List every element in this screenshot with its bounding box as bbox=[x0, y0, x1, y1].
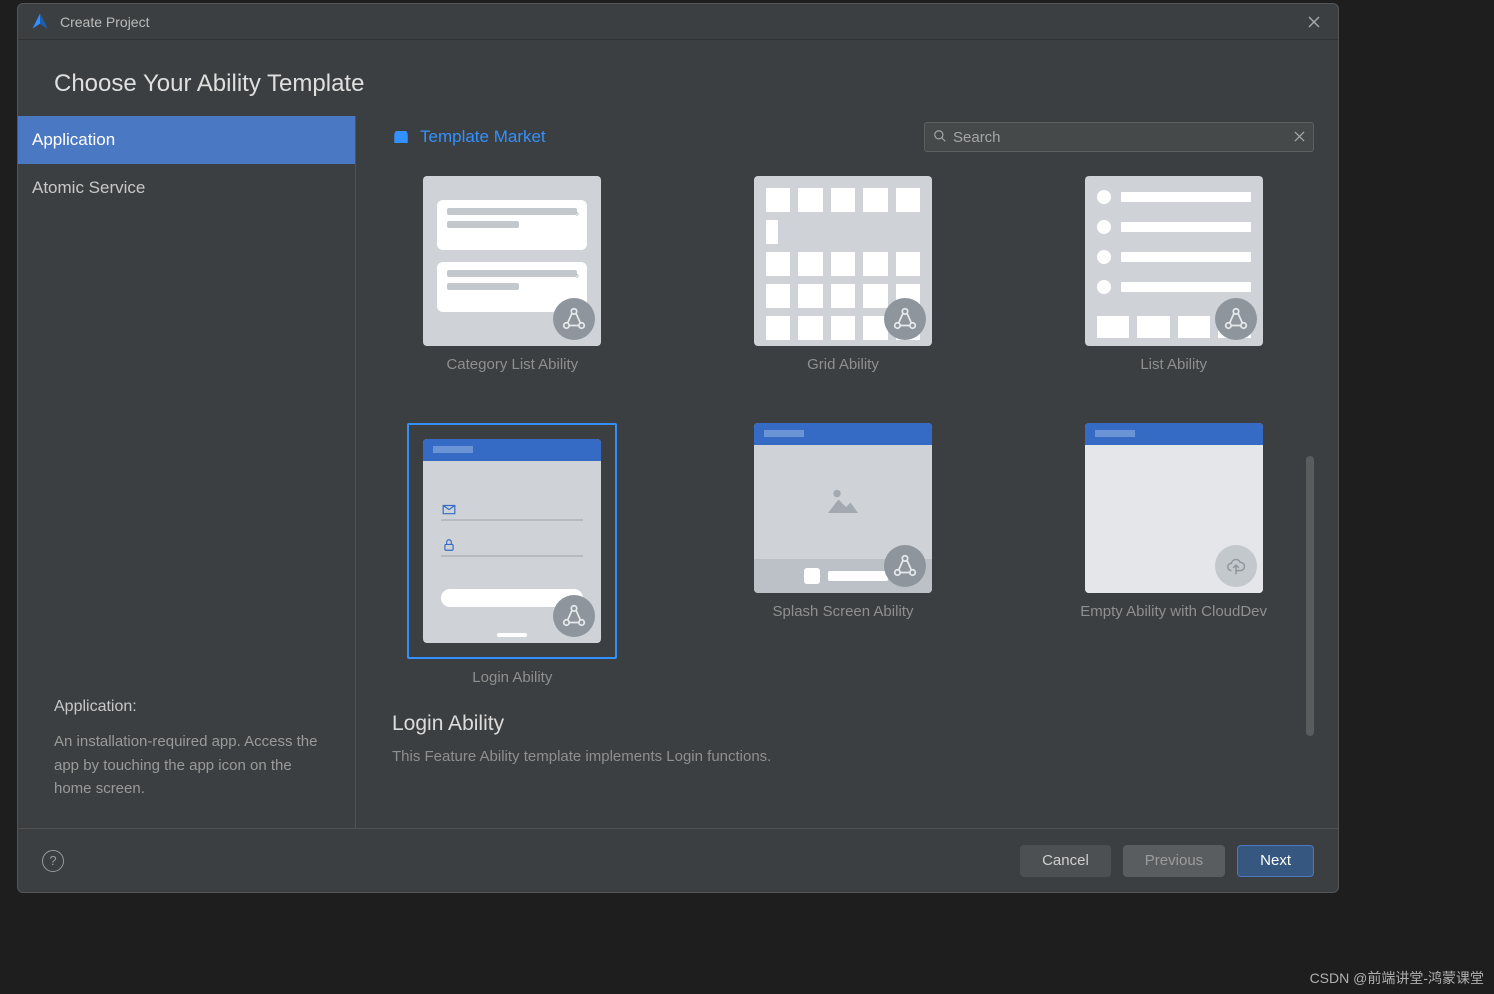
sidebar-tabs: Application Atomic Service bbox=[18, 116, 355, 212]
sidebar-info: Application: An installation-required ap… bbox=[18, 698, 355, 808]
clear-icon[interactable] bbox=[1294, 129, 1305, 145]
dialog-footer: ? Cancel Previous Next bbox=[18, 828, 1338, 892]
market-icon bbox=[392, 128, 410, 146]
close-icon bbox=[1308, 16, 1320, 28]
template-label: Grid Ability bbox=[807, 356, 879, 373]
template-detail: Login Ability This Feature Ability templ… bbox=[392, 686, 1314, 775]
ability-badge-icon bbox=[1215, 298, 1257, 340]
template-thumb bbox=[423, 439, 601, 643]
watermark: CSDN @前端讲堂-鸿蒙课堂 bbox=[1310, 968, 1484, 988]
titlebar: Create Project bbox=[18, 4, 1338, 40]
template-thumb bbox=[754, 176, 932, 346]
app-logo-icon bbox=[30, 12, 50, 32]
template-thumb bbox=[1085, 423, 1263, 593]
info-description: An installation-required app. Access the… bbox=[54, 730, 319, 800]
detail-title: Login Ability bbox=[392, 712, 1314, 736]
template-label: Splash Screen Ability bbox=[773, 603, 914, 620]
tab-application[interactable]: Application bbox=[18, 116, 355, 164]
search-icon bbox=[933, 129, 947, 146]
template-label: Empty Ability with CloudDev bbox=[1080, 603, 1267, 620]
template-market-link[interactable]: Template Market bbox=[420, 127, 546, 147]
template-label: Login Ability bbox=[472, 669, 552, 686]
page-title: Choose Your Ability Template bbox=[18, 70, 1338, 116]
template-card-category-list[interactable]: › › Category List Ability bbox=[392, 176, 633, 373]
template-thumb bbox=[1085, 176, 1263, 346]
ability-badge-icon bbox=[553, 298, 595, 340]
help-button[interactable]: ? bbox=[42, 850, 64, 872]
cloud-badge-icon bbox=[1215, 545, 1257, 587]
search-input[interactable] bbox=[953, 129, 1288, 146]
template-thumb: › › bbox=[423, 176, 601, 346]
info-title: Application: bbox=[54, 698, 319, 716]
detail-description: This Feature Ability template implements… bbox=[392, 748, 1314, 765]
tab-atomic-service[interactable]: Atomic Service bbox=[18, 164, 355, 212]
toolbar: Template Market bbox=[392, 116, 1314, 158]
cancel-button[interactable]: Cancel bbox=[1020, 845, 1111, 877]
dialog-body: Choose Your Ability Template Application… bbox=[18, 40, 1338, 828]
template-card-list[interactable]: List Ability bbox=[1053, 176, 1294, 373]
template-label: Category List Ability bbox=[446, 356, 578, 373]
window-title: Create Project bbox=[60, 14, 1302, 30]
template-grid-wrap: › › Category List Ability bbox=[392, 176, 1314, 828]
search-field[interactable] bbox=[924, 122, 1314, 152]
sidebar: Application Atomic Service Application: … bbox=[18, 116, 356, 828]
scrollbar[interactable] bbox=[1306, 456, 1314, 736]
template-label: List Ability bbox=[1140, 356, 1207, 373]
ability-badge-icon bbox=[884, 298, 926, 340]
split-pane: Application Atomic Service Application: … bbox=[18, 116, 1338, 828]
next-button[interactable]: Next bbox=[1237, 845, 1314, 877]
previous-button: Previous bbox=[1123, 845, 1225, 877]
create-project-dialog: Create Project Choose Your Ability Templ… bbox=[17, 3, 1339, 893]
main-panel: Template Market bbox=[356, 116, 1338, 828]
ability-badge-icon bbox=[553, 595, 595, 637]
template-card-cloud[interactable]: Empty Ability with CloudDev bbox=[1053, 423, 1294, 686]
template-card-login[interactable]: Login Ability bbox=[392, 423, 633, 686]
template-card-grid[interactable]: Grid Ability bbox=[723, 176, 964, 373]
close-button[interactable] bbox=[1302, 10, 1326, 34]
template-thumb bbox=[754, 423, 932, 593]
ability-badge-icon bbox=[884, 545, 926, 587]
template-card-splash[interactable]: Splash Screen Ability bbox=[723, 423, 964, 686]
template-grid: › › Category List Ability bbox=[392, 176, 1314, 686]
